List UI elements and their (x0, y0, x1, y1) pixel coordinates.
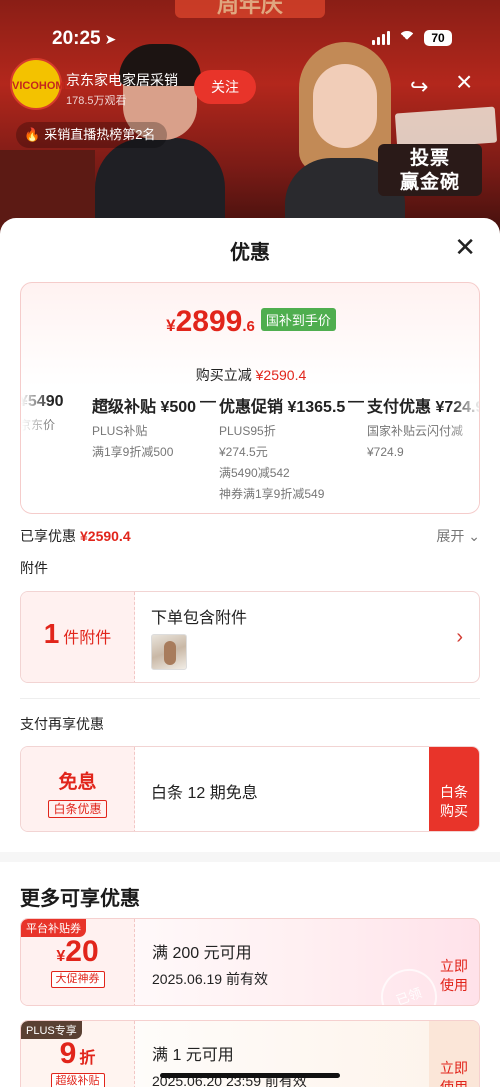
coupon-expiry: 2025.06.19 前有效 (152, 971, 268, 987)
home-indicator[interactable] (160, 1073, 340, 1078)
divider (20, 698, 480, 699)
coupon-platform-subsidy: 平台补贴券 ¥20 大促神券 满 200 元可用 2025.06.19 前有效 … (20, 918, 480, 1006)
chevron-right-icon[interactable]: › (456, 626, 463, 649)
accessory-thumbnail[interactable] (151, 634, 187, 670)
battery-icon: 70 (424, 30, 452, 46)
discount-sheet: 优惠 ✕ ¥2899.6国补到手价 购买立减 ¥2590.4 ¥5490 京东价… (0, 218, 500, 1087)
close-icon[interactable]: ✕ (454, 234, 476, 260)
baitiao-buy-button[interactable]: 白条 购买 (429, 747, 479, 831)
rank-badge[interactable]: 🔥 采销直播热榜第2名 (16, 122, 168, 148)
price-tag: 国补到手价 (260, 308, 336, 331)
installment-desc: 白条 12 期免息 (151, 785, 258, 802)
use-coupon-button[interactable]: 立即 使用 (429, 1021, 479, 1087)
pay-section-label: 支付再享优惠 (20, 716, 104, 732)
accessory-count: 1 件附件 (21, 592, 135, 682)
price-card: ¥2899.6国补到手价 购买立减 ¥2590.4 ¥5490 京东价 — 超级… (20, 282, 480, 514)
use-coupon-button[interactable]: 立即 使用 (429, 919, 479, 1005)
wifi-icon (398, 31, 416, 45)
viewer-count: 178.5万观看 (66, 95, 127, 107)
coupon-condition: 满 200 元可用 (152, 945, 252, 962)
coupon-condition: 满 1 元可用 (152, 1047, 234, 1064)
price-breakdown[interactable]: ¥5490 京东价 — 超级补贴 ¥500 PLUS补贴满1享9折减500 — … (21, 393, 479, 511)
rank-text: 采销直播热榜第2名 (44, 127, 156, 142)
chevron-down-icon: ⌄ (468, 528, 480, 544)
enjoyed-discount: 已享优惠 ¥2590.4 (20, 528, 131, 544)
coupon-value: PLUS专享 9折 超级补贴 (21, 1021, 135, 1087)
vote-line1: 投票 (409, 148, 450, 169)
payment-offer-card: 免息 白条优惠 白条 12 期免息 白条 购买 (20, 746, 480, 832)
share-icon[interactable]: ↪ (410, 74, 428, 100)
location-arrow-icon: ➤ (104, 31, 117, 47)
accessory-card[interactable]: 1 件附件 下单包含附件 › (20, 591, 480, 683)
cellular-signal-icon (372, 31, 390, 45)
shop-header: VICOHOME 京东家电家居采销 178.5万观看 关注 ↪ × (10, 58, 490, 114)
accessory-title: 下单包含附件 (151, 610, 248, 627)
section-separator (0, 852, 500, 862)
breakdown-super-subsidy: 超级补贴 ¥500 PLUS补贴 满1享9折减500 (92, 399, 197, 459)
breakdown-promotion: 优惠促销 ¥1365.5 PLUS95折 ¥274.5元 满5490减542 神券满1… (219, 399, 346, 501)
vote-banner[interactable]: 投票 赢金碗 (378, 144, 482, 196)
expand-toggle[interactable]: 展开 ⌄ (436, 526, 480, 546)
anniversary-banner: 周年庆 (175, 0, 325, 18)
status-time: 20:25 ➤ (52, 28, 117, 49)
accessories-label: 附件 (20, 560, 48, 576)
minus-operator: — (200, 393, 216, 410)
shop-avatar[interactable]: VICOHOME (10, 58, 72, 110)
shop-name[interactable]: 京东家电家居采销 (66, 70, 178, 90)
status-bar: 20:25 ➤ 70 (0, 28, 500, 54)
final-price: ¥2899.6 国补到手价 (21, 305, 479, 339)
instant-discount: 购买立减 ¥2590.4 (195, 367, 307, 383)
interest-free-badge: 免息 白条优惠 (21, 747, 135, 831)
more-offers-title: 更多可享优惠 (20, 888, 140, 910)
minus-operator: — (348, 393, 364, 410)
follow-button[interactable]: 关注 (194, 70, 256, 104)
fire-icon: 🔥 (24, 127, 41, 142)
vote-line2: 赢金碗 (399, 172, 460, 193)
close-stream-icon[interactable]: × (456, 68, 472, 96)
sheet-title: 优惠 (230, 242, 270, 264)
coupon-value: 平台补贴券 ¥20 大促神券 (21, 919, 135, 1005)
